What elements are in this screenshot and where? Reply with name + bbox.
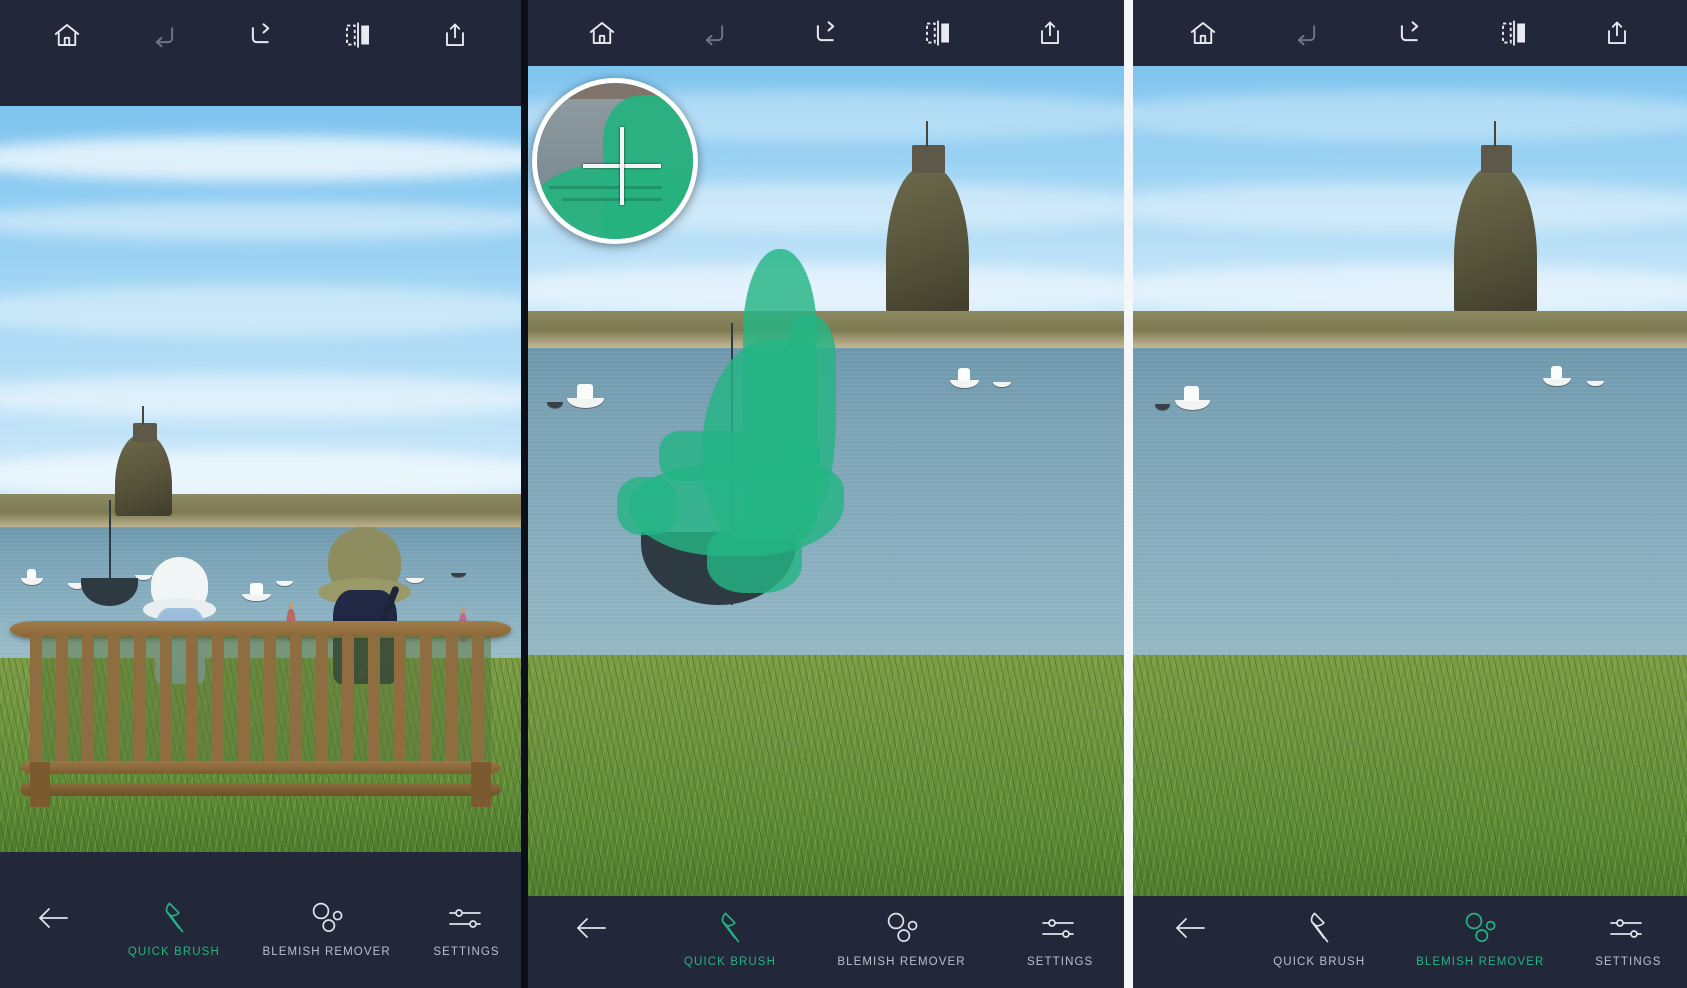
tool-quick-brush[interactable]: QUICK BRUSH	[1273, 908, 1365, 968]
tool-settings[interactable]: SETTINGS	[1595, 908, 1661, 968]
sliders-icon	[1041, 908, 1079, 948]
sliders-icon	[1609, 908, 1647, 948]
home-icon[interactable]	[585, 16, 619, 50]
blemish-icon	[1461, 908, 1499, 948]
panel-result: QUICK BRUSH BLEMISH REMOVER SETTINGS	[1133, 0, 1687, 988]
undo-icon[interactable]	[697, 16, 731, 50]
bottom-toolbar-panel3: QUICK BRUSH BLEMISH REMOVER SETTINGS	[1133, 896, 1687, 988]
tool-label-quick-brush: QUICK BRUSH	[1273, 956, 1366, 968]
home-icon[interactable]	[1186, 16, 1220, 50]
top-toolbar-panel3	[1133, 0, 1687, 66]
photo-masking[interactable]	[528, 66, 1124, 896]
crosshair-cursor	[583, 127, 661, 205]
panel-divider-1	[521, 0, 528, 988]
back-button[interactable]	[1158, 908, 1222, 948]
tool-label-blemish-remover: BLEMISH REMOVER	[262, 946, 391, 958]
back-arrow-icon	[36, 898, 70, 938]
tool-blemish-remover[interactable]: BLEMISH REMOVER	[837, 908, 965, 968]
blemish-icon	[308, 898, 346, 938]
tool-label-quick-brush: QUICK BRUSH	[684, 956, 776, 968]
back-button[interactable]	[21, 898, 85, 938]
tool-blemish-remover[interactable]: BLEMISH REMOVER	[262, 898, 390, 958]
brush-icon	[1306, 908, 1332, 948]
tool-quick-brush[interactable]: QUICK BRUSH	[128, 898, 220, 958]
tool-label-blemish-remover: BLEMISH REMOVER	[837, 956, 966, 968]
tool-label-settings: SETTINGS	[1595, 956, 1662, 968]
share-icon[interactable]	[438, 18, 472, 52]
panel-divider-2	[1124, 0, 1133, 988]
tool-settings[interactable]: SETTINGS	[433, 898, 499, 958]
share-icon[interactable]	[1600, 16, 1634, 50]
tool-label-quick-brush: QUICK BRUSH	[127, 946, 220, 958]
compare-icon[interactable]	[1497, 16, 1531, 50]
bottom-toolbar-panel1: QUICK BRUSH BLEMISH REMOVER SETTINGS	[0, 852, 521, 988]
app-screenshot: QUICK BRUSH BLEMISH REMOVER SETTINGS QUI…	[0, 0, 1687, 988]
redo-icon[interactable]	[809, 16, 843, 50]
blemish-icon	[883, 908, 921, 948]
share-icon[interactable]	[1033, 16, 1067, 50]
tool-quick-brush[interactable]: QUICK BRUSH	[684, 908, 776, 968]
undo-icon[interactable]	[1289, 16, 1323, 50]
bench	[10, 620, 511, 808]
tool-label-settings: SETTINGS	[433, 946, 500, 958]
tool-label-settings: SETTINGS	[1027, 956, 1094, 968]
redo-icon[interactable]	[244, 18, 278, 52]
sliders-icon	[448, 898, 486, 938]
home-icon[interactable]	[50, 18, 84, 52]
redo-icon[interactable]	[1393, 16, 1427, 50]
sailboat-target	[641, 323, 797, 606]
tool-settings[interactable]: SETTINGS	[1027, 908, 1093, 968]
magnifier-loupe	[532, 78, 698, 244]
panel-masking: QUICK BRUSH BLEMISH REMOVER SETTINGS	[528, 0, 1124, 988]
compare-icon[interactable]	[921, 16, 955, 50]
bottom-toolbar-panel2: QUICK BRUSH BLEMISH REMOVER SETTINGS	[528, 896, 1124, 988]
top-toolbar-panel2	[528, 0, 1124, 66]
brush-icon	[161, 898, 187, 938]
back-arrow-icon	[574, 908, 608, 948]
undo-icon[interactable]	[147, 18, 181, 52]
brush-icon	[717, 908, 743, 948]
compare-icon[interactable]	[341, 18, 375, 52]
top-toolbar-panel1	[0, 0, 521, 106]
back-arrow-icon	[1173, 908, 1207, 948]
tool-blemish-remover[interactable]: BLEMISH REMOVER	[1416, 908, 1544, 968]
panel-original: QUICK BRUSH BLEMISH REMOVER SETTINGS	[0, 0, 521, 988]
tool-label-blemish-remover: BLEMISH REMOVER	[1416, 956, 1545, 968]
photo-original[interactable]	[0, 106, 521, 852]
photo-result[interactable]	[1133, 66, 1687, 896]
back-button[interactable]	[559, 908, 623, 948]
